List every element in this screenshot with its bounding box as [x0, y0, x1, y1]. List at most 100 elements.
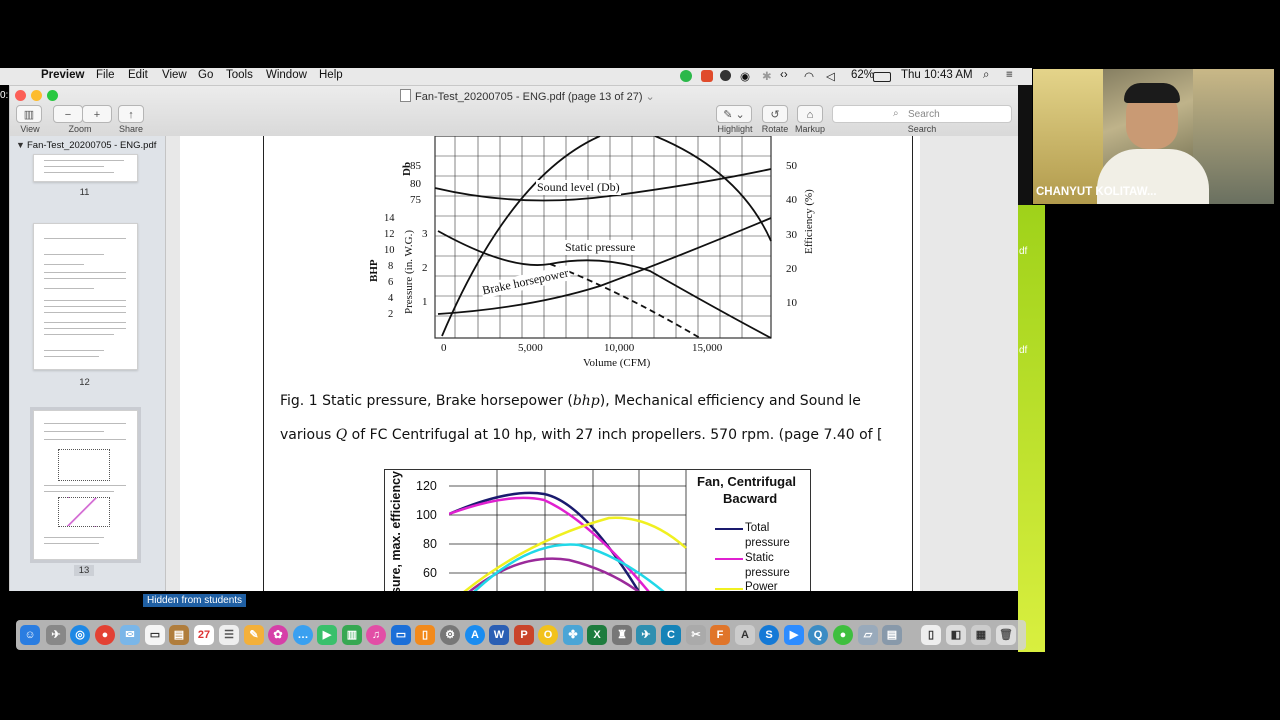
zoom-out-icon[interactable]: − — [53, 105, 83, 123]
facetime-icon[interactable]: ▶ — [317, 625, 337, 645]
legend-swatch — [715, 588, 743, 590]
bhp-tick: 8 — [388, 261, 394, 272]
downloads-icon[interactable]: ▦ — [971, 625, 991, 645]
desktop-file-label[interactable]: df — [1019, 345, 1027, 356]
document-view[interactable]: 85 80 75 Db 14 12 10 8 6 4 2 BHP Pressur… — [166, 136, 1018, 591]
efficiency-axis-label: Efficiency (%) — [803, 189, 815, 254]
highlight-icon[interactable]: ✎ ⌄ — [716, 105, 752, 123]
menu-help[interactable]: Help — [319, 69, 343, 81]
notes-icon[interactable]: ▭ — [145, 625, 165, 645]
legend-label: pressure — [745, 567, 790, 579]
record-icon[interactable] — [720, 70, 731, 81]
zoom-app-icon[interactable]: ▶ — [784, 625, 804, 645]
bhp-tick: 4 — [388, 293, 394, 304]
safari-icon[interactable]: ◎ — [70, 625, 90, 645]
app-icon[interactable]: A — [735, 625, 755, 645]
page-thumbnail-selected[interactable] — [33, 410, 138, 560]
background-sign — [1033, 69, 1103, 204]
menu-clock[interactable]: Thu 10:43 AM — [901, 69, 973, 81]
app-store-icon[interactable]: A — [465, 625, 485, 645]
excel-icon[interactable]: X — [587, 625, 607, 645]
word-icon[interactable]: W — [489, 625, 509, 645]
menu-edit[interactable]: Edit — [128, 69, 148, 81]
chevron-down-icon[interactable]: ⌄ — [642, 91, 655, 103]
app-icon[interactable]: C — [661, 625, 681, 645]
app-icon[interactable]: ✂ — [686, 625, 706, 645]
page-thumbnail[interactable] — [33, 223, 138, 370]
pressure-tick: 2 — [422, 262, 428, 274]
app-icon[interactable]: ▱ — [858, 625, 878, 645]
line-icon[interactable]: ● — [833, 625, 853, 645]
menu-tools[interactable]: Tools — [226, 69, 253, 81]
keynote-icon[interactable]: ▭ — [391, 625, 411, 645]
app-icon[interactable]: F — [710, 625, 730, 645]
app-icon[interactable]: Q — [808, 625, 828, 645]
app-icon[interactable]: ✤ — [563, 625, 583, 645]
x-tick: 0 — [441, 342, 447, 354]
app-icon[interactable]: O — [538, 625, 558, 645]
chrome-icon[interactable]: ● — [95, 625, 115, 645]
bhp-tick: 12 — [384, 229, 395, 240]
minimize-icon[interactable] — [31, 90, 42, 101]
fig2-y-tick: 80 — [423, 537, 437, 551]
legend-label: Total — [745, 522, 770, 534]
status-icon[interactable]: ◉ — [740, 69, 750, 83]
app-icon[interactable]: ◧ — [946, 625, 966, 645]
search-icon: ⌕ — [893, 108, 899, 119]
disclosure-triangle-icon[interactable]: ▼ — [16, 140, 25, 150]
app-menu[interactable]: Preview — [41, 69, 84, 81]
sidebar-toggle-icon[interactable]: ▥ — [16, 105, 42, 123]
app-icon[interactable]: ▤ — [882, 625, 902, 645]
zoom-in-icon[interactable]: + — [82, 105, 112, 123]
pages-icon[interactable]: ✎ — [244, 625, 264, 645]
rotate-icon[interactable]: ↺ — [762, 105, 788, 123]
finder-icon[interactable]: ☺ — [20, 625, 40, 645]
messages-icon[interactable]: … — [293, 625, 313, 645]
menu-go[interactable]: Go — [198, 69, 213, 81]
code-icon[interactable]: ‹› — [780, 69, 788, 81]
system-preferences-icon[interactable]: ⚙ — [440, 625, 460, 645]
zoom-window-icon[interactable] — [47, 90, 58, 101]
contacts-icon[interactable]: ▤ — [169, 625, 189, 645]
fig2-title: Fan, Centrifugal — [697, 474, 796, 489]
bluetooth-icon[interactable]: ✱ — [762, 69, 772, 83]
desktop-file-label[interactable]: df — [1019, 246, 1027, 257]
notification-center-icon[interactable]: ≡ — [1006, 69, 1013, 81]
close-icon[interactable] — [15, 90, 26, 101]
battery-percent: 62% — [851, 69, 875, 81]
books-icon[interactable]: ▯ — [415, 625, 435, 645]
document-icon[interactable]: ▯ — [921, 625, 941, 645]
menu-window[interactable]: Window — [266, 69, 307, 81]
music-icon[interactable]: ♫ — [366, 625, 386, 645]
figure-caption-line2: various Q of FC Centrifugal at 10 hp, wi… — [280, 427, 883, 443]
wifi-icon[interactable]: ◠ — [804, 69, 814, 83]
menu-view[interactable]: View — [162, 69, 187, 81]
powerpoint-icon[interactable]: P — [514, 625, 534, 645]
launchpad-icon[interactable]: ✈ — [46, 625, 66, 645]
search-field[interactable]: ⌕ Search — [832, 105, 1012, 123]
figure-caption-line1: Fig. 1 Static pressure, Brake horsepower… — [280, 393, 861, 409]
numbers-icon[interactable]: ▥ — [342, 625, 362, 645]
app-icon[interactable]: ♜ — [612, 625, 632, 645]
app-status-icon[interactable] — [701, 70, 713, 82]
fig2-y-tick: 100 — [416, 508, 437, 522]
pressure-axis-label: Pressure (in. W.G.) — [403, 229, 415, 314]
mail-icon[interactable]: ✉ — [120, 625, 140, 645]
line-status-icon[interactable] — [680, 70, 692, 82]
markup-toolbox-icon[interactable]: ⌂ — [797, 105, 823, 123]
share-icon[interactable]: ↑ — [118, 105, 144, 123]
app-icon[interactable]: ✈ — [636, 625, 656, 645]
calendar-icon[interactable]: 27 — [194, 625, 214, 645]
skype-icon[interactable]: S — [759, 625, 779, 645]
photos-icon[interactable]: ✿ — [268, 625, 288, 645]
menu-file[interactable]: File — [96, 69, 115, 81]
bhp-tick: 2 — [388, 309, 394, 320]
legend-swatch — [715, 558, 743, 560]
reminders-icon[interactable]: ☰ — [219, 625, 239, 645]
volume-icon[interactable]: ◁ — [826, 69, 835, 83]
battery-icon[interactable] — [873, 72, 891, 82]
sidebar-doc-name[interactable]: Fan-Test_20200705 - ENG.pdf — [27, 140, 156, 151]
spotlight-icon[interactable]: ⌕ — [983, 69, 989, 82]
page-thumbnail[interactable] — [33, 154, 138, 182]
trash-icon[interactable]: 🗑 — [996, 625, 1016, 645]
